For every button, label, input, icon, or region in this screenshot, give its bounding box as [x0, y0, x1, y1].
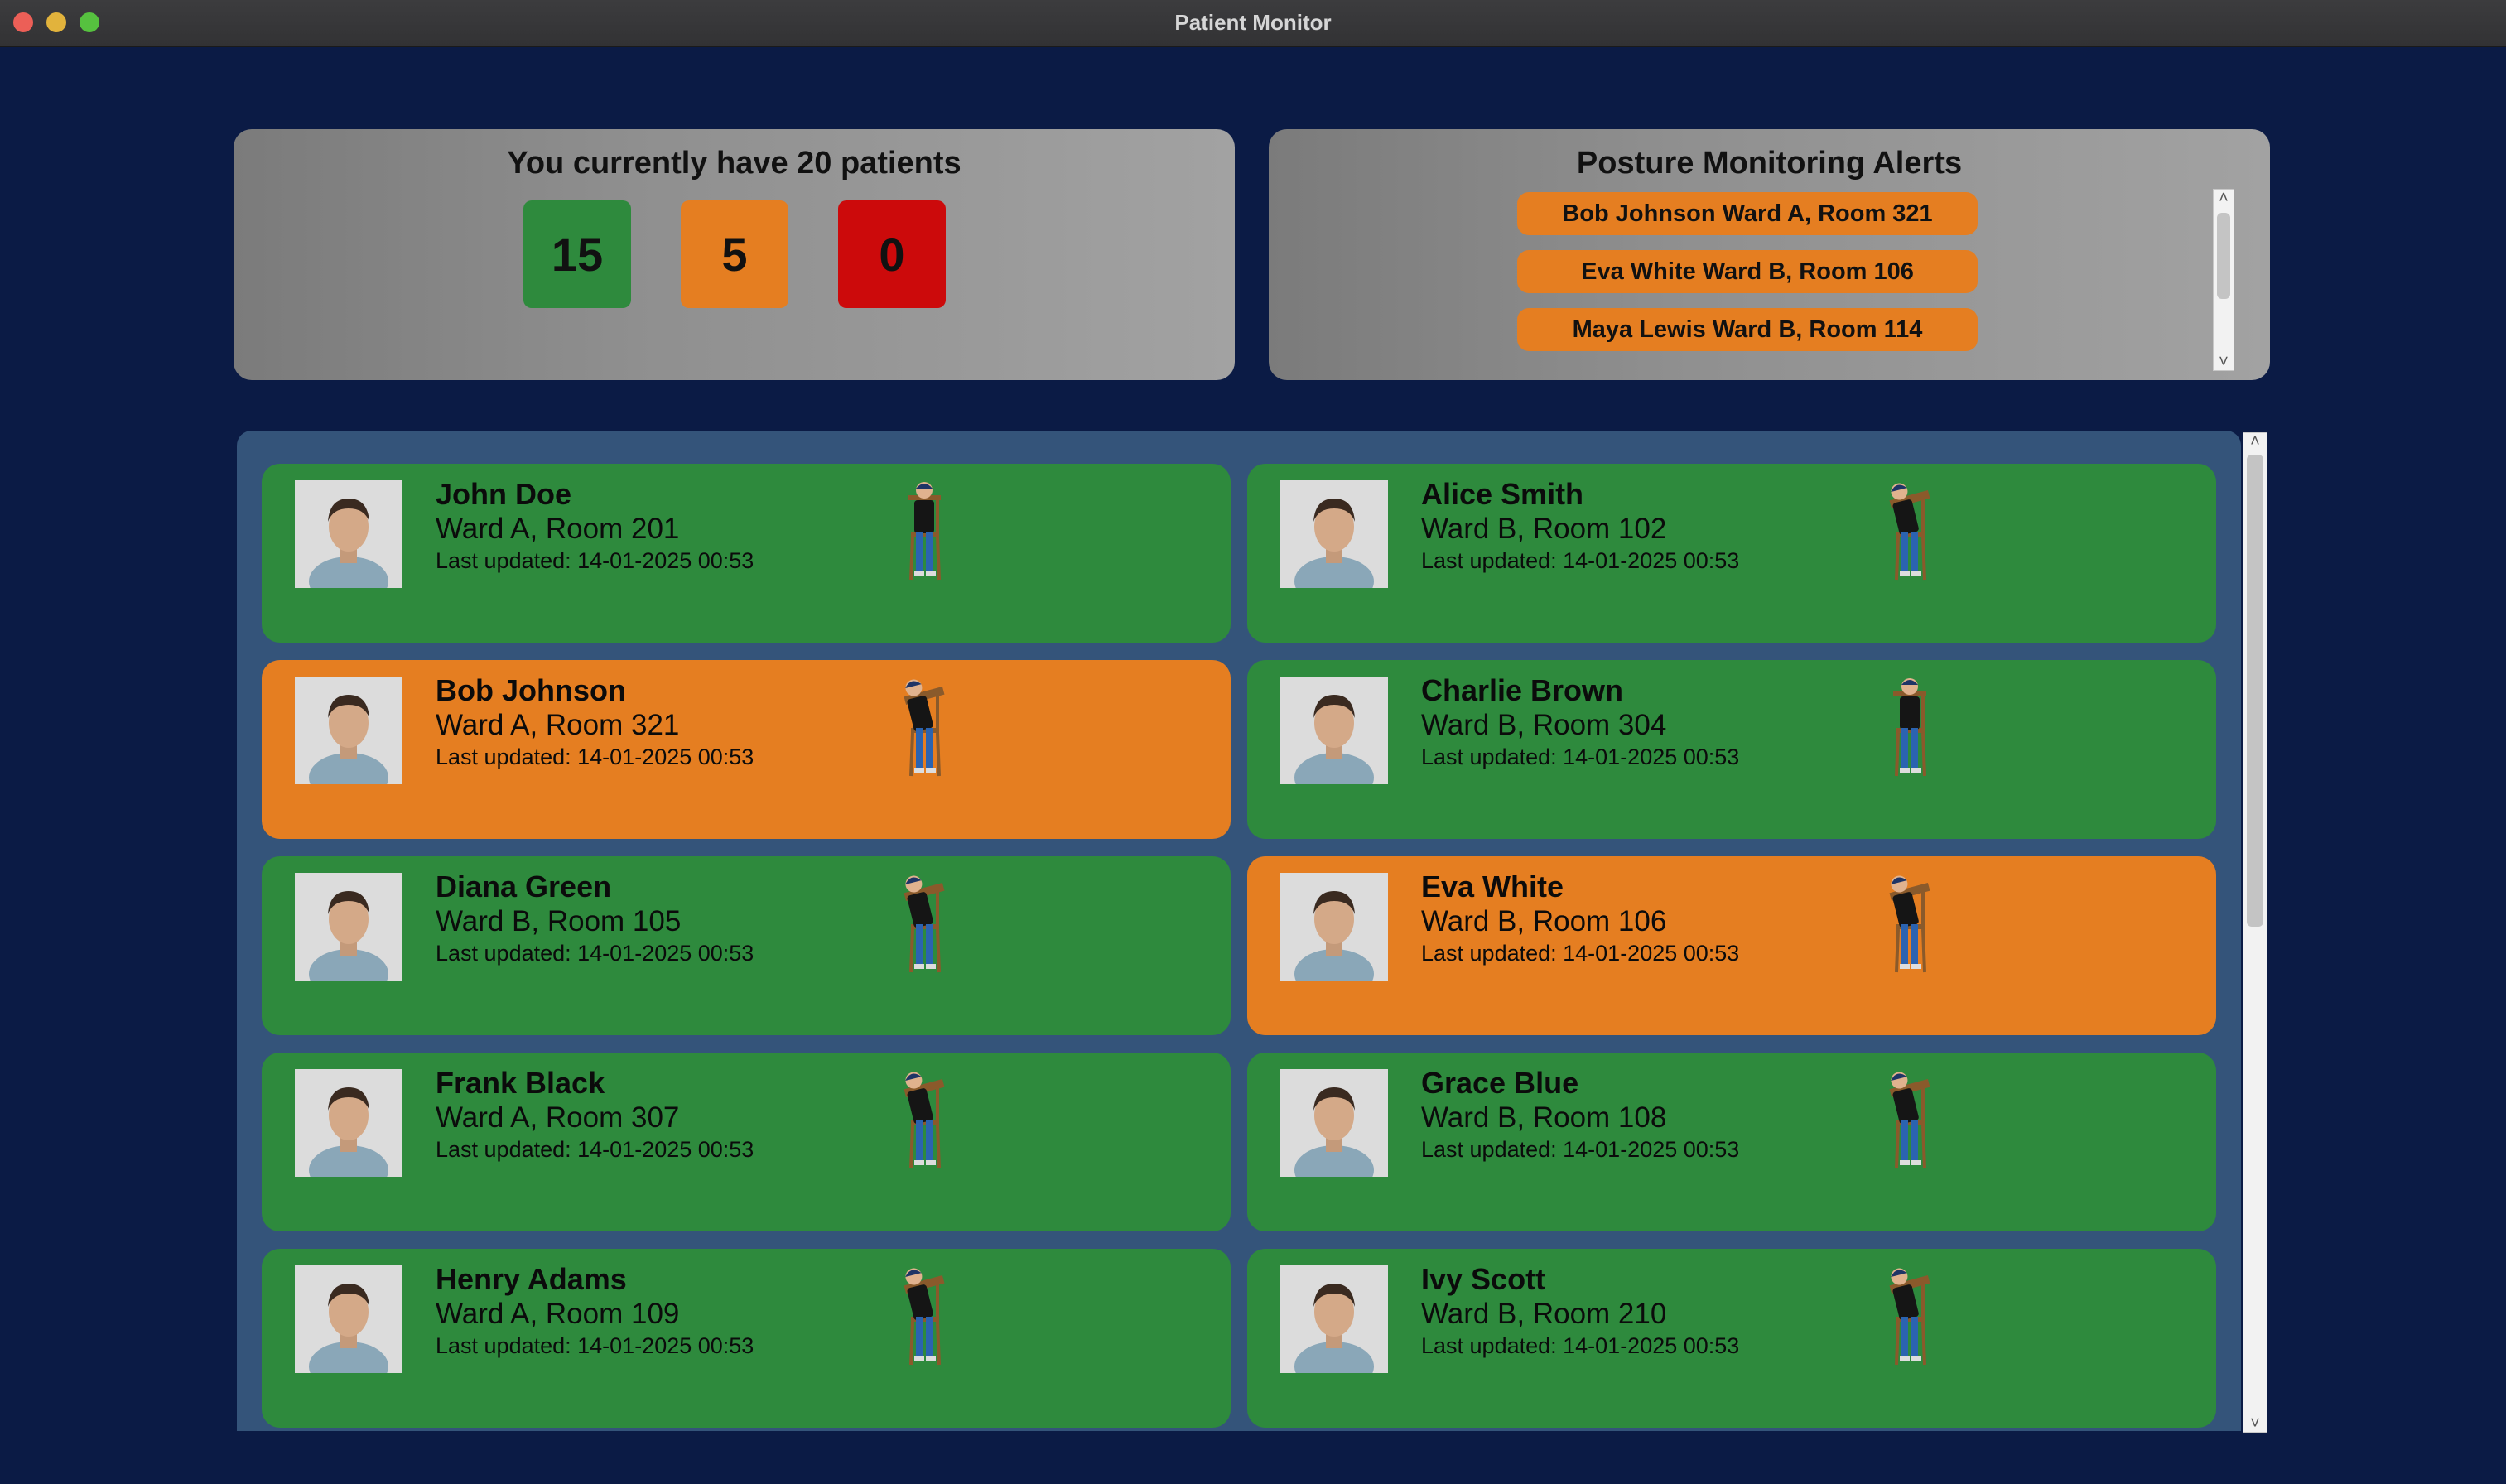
patient-ward: Ward A, Room 109: [436, 1298, 680, 1330]
patient-summary-panel: You currently have 20 patients 15 5 0: [234, 129, 1235, 380]
alerts-list: Bob Johnson Ward A, Room 321 Eva White W…: [1517, 190, 2014, 359]
patient-card[interactable]: Frank Black Ward A, Room 307 Last update…: [262, 1053, 1231, 1231]
person-portrait-icon: [295, 677, 402, 784]
scroll-down-icon[interactable]: ˅: [2243, 1415, 2267, 1432]
patient-card[interactable]: John Doe Ward A, Room 201 Last updated: …: [262, 464, 1231, 643]
patient-name: Alice Smith: [1421, 477, 1584, 511]
patient-card[interactable]: Grace Blue Ward B, Room 108 Last updated…: [1247, 1053, 2216, 1231]
alert-item[interactable]: Bob Johnson Ward A, Room 321: [1517, 192, 1978, 235]
patient-avatar: [1280, 480, 1388, 588]
posture-figure-icon: [1889, 483, 1930, 581]
person-portrait-icon: [1280, 677, 1388, 784]
patient-name: Henry Adams: [436, 1262, 627, 1296]
posture-figure-icon: [1889, 1268, 1930, 1366]
person-portrait-icon: [295, 1265, 402, 1373]
patient-last-updated: Last updated: 14-01-2025 00:53: [436, 941, 754, 966]
patient-last-updated: Last updated: 14-01-2025 00:53: [1421, 744, 1740, 769]
person-portrait-icon: [1280, 1069, 1388, 1177]
patient-last-updated: Last updated: 14-01-2025 00:53: [1421, 548, 1740, 573]
patient-last-updated: Last updated: 14-01-2025 00:53: [1421, 1137, 1740, 1162]
patient-card[interactable]: Diana Green Ward B, Room 105 Last update…: [262, 856, 1231, 1035]
patient-name: Diana Green: [436, 870, 612, 903]
scroll-up-icon[interactable]: ˄: [2214, 190, 2234, 206]
patient-avatar: [295, 677, 402, 784]
patient-last-updated: Last updated: 14-01-2025 00:53: [1421, 941, 1740, 966]
posture-figure-icon: [904, 1268, 945, 1366]
window-titlebar: Patient Monitor: [0, 0, 2506, 47]
patient-ward: Ward B, Room 304: [1421, 709, 1667, 741]
patient-ward: Ward B, Room 102: [1421, 513, 1667, 545]
patient-ward: Ward B, Room 105: [436, 905, 682, 937]
posture-figure-icon: [904, 875, 945, 973]
normal-count-badge[interactable]: 15: [523, 200, 631, 308]
patient-card[interactable]: Ivy Scott Ward B, Room 210 Last updated:…: [1247, 1249, 2216, 1428]
patient-card[interactable]: Alice Smith Ward B, Room 102 Last update…: [1247, 464, 2216, 643]
alerts-scrollbar[interactable]: ˄ ˅: [2213, 189, 2234, 371]
warning-count-badge[interactable]: 5: [681, 200, 788, 308]
patient-card[interactable]: Henry Adams Ward A, Room 109 Last update…: [262, 1249, 1231, 1428]
scroll-up-icon[interactable]: ˄: [2243, 433, 2267, 450]
patient-avatar: [1280, 1069, 1388, 1177]
alerts-title: Posture Monitoring Alerts: [1576, 146, 1963, 181]
posture-figure-icon: [908, 482, 941, 581]
patient-name: Grace Blue: [1421, 1066, 1579, 1100]
patient-last-updated: Last updated: 14-01-2025 00:53: [436, 1137, 754, 1162]
patient-list-scrollbar[interactable]: ˄ ˅: [2243, 432, 2267, 1433]
person-portrait-icon: [295, 1069, 402, 1177]
alert-item[interactable]: Maya Lewis Ward B, Room 114: [1517, 308, 1978, 351]
patient-name: Bob Johnson: [436, 673, 626, 707]
person-portrait-icon: [295, 480, 402, 588]
scroll-down-icon[interactable]: ˅: [2214, 354, 2234, 370]
patient-last-updated: Last updated: 14-01-2025 00:53: [1421, 1333, 1740, 1358]
window-title: Patient Monitor: [1174, 10, 1332, 35]
patient-name: Charlie Brown: [1421, 673, 1624, 707]
patient-avatar: [295, 1265, 402, 1373]
patient-ward: Ward A, Room 201: [436, 513, 680, 545]
posture-alerts-panel: Posture Monitoring Alerts Bob Johnson Wa…: [1269, 129, 2270, 380]
patient-card[interactable]: Eva White Ward B, Room 106 Last updated:…: [1247, 856, 2216, 1035]
person-portrait-icon: [1280, 873, 1388, 980]
patient-ward: Ward B, Room 108: [1421, 1101, 1667, 1134]
posture-figure-icon: [1889, 875, 1930, 973]
posture-figure-icon: [904, 679, 945, 777]
patient-ward: Ward A, Room 321: [436, 709, 680, 741]
person-portrait-icon: [295, 873, 402, 980]
patient-card[interactable]: Bob Johnson Ward A, Room 321 Last update…: [262, 660, 1231, 839]
patient-last-updated: Last updated: 14-01-2025 00:53: [436, 548, 754, 573]
critical-count-badge[interactable]: 0: [838, 200, 946, 308]
posture-figure-icon: [904, 1072, 945, 1169]
person-portrait-icon: [1280, 480, 1388, 588]
patient-avatar: [295, 1069, 402, 1177]
patient-name: John Doe: [436, 477, 572, 511]
patient-ward: Ward A, Room 307: [436, 1101, 680, 1134]
patient-card[interactable]: Charlie Brown Ward B, Room 304 Last upda…: [1247, 660, 2216, 839]
patient-list-scroll-thumb[interactable]: [2247, 455, 2263, 927]
patient-ward: Ward B, Room 106: [1421, 905, 1667, 937]
patient-avatar: [1280, 1265, 1388, 1373]
patient-last-updated: Last updated: 14-01-2025 00:53: [436, 744, 754, 769]
patient-name: Ivy Scott: [1421, 1262, 1546, 1296]
patient-last-updated: Last updated: 14-01-2025 00:53: [436, 1333, 754, 1358]
patient-ward: Ward B, Room 210: [1421, 1298, 1667, 1330]
patient-avatar: [1280, 873, 1388, 980]
posture-figure-icon: [1889, 1072, 1930, 1169]
patient-name: Frank Black: [436, 1066, 605, 1100]
patient-list: John Doe Ward A, Room 201 Last updated: …: [237, 431, 2241, 1431]
patient-name: Eva White: [1421, 870, 1564, 903]
summary-title: You currently have 20 patients: [507, 146, 961, 181]
person-portrait-icon: [1280, 1265, 1388, 1373]
alerts-scroll-thumb[interactable]: [2217, 213, 2230, 299]
posture-figure-icon: [1893, 678, 1926, 777]
patient-avatar: [295, 873, 402, 980]
patient-avatar: [295, 480, 402, 588]
alert-item[interactable]: Eva White Ward B, Room 106: [1517, 250, 1978, 293]
patient-avatar: [1280, 677, 1388, 784]
